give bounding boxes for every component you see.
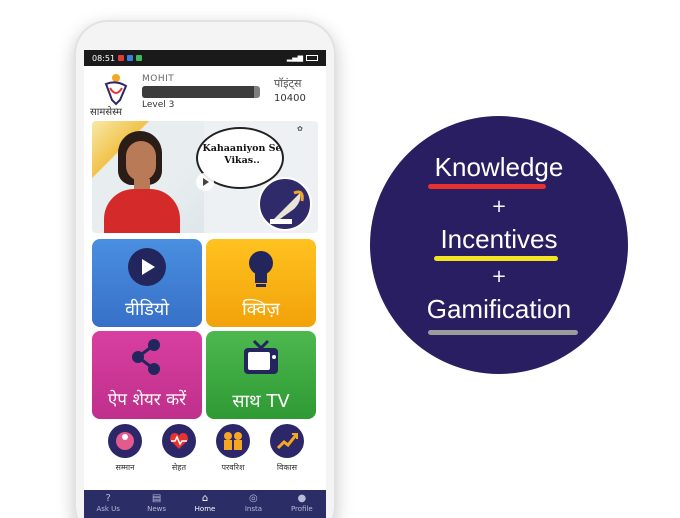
category-label: सेहत xyxy=(171,463,187,472)
nav-label: Insta xyxy=(244,505,263,513)
banner-logo-icon: ✿ xyxy=(297,125,303,133)
video-tile-label: वीडियो xyxy=(124,299,170,320)
level-progress-fill xyxy=(142,86,255,98)
nav-label: Profile xyxy=(290,505,313,513)
home-icon: ⌂ xyxy=(201,493,209,504)
respect-icon xyxy=(108,424,142,458)
message-icon xyxy=(136,55,143,61)
category-label: सम्मान xyxy=(115,463,135,472)
bottom-nav: ? Ask Us ▤ News ⌂ Home ◎ Insta ● Profile xyxy=(84,490,326,518)
nav-label: Ask Us xyxy=(96,505,120,513)
family-icon xyxy=(216,424,250,458)
app-screen: 08:51 ▂▄▆ सामसेस्म MOHIT Level 3 पॉइंट्स… xyxy=(84,50,326,518)
category-label: परवरिश xyxy=(221,463,245,472)
nav-profile[interactable]: ● Profile xyxy=(278,490,326,518)
category-item-parvarish[interactable]: परवरिश xyxy=(208,424,258,482)
nav-insta[interactable]: ◎ Insta xyxy=(229,490,277,518)
incentives-underline xyxy=(434,256,558,261)
instagram-icon: ◎ xyxy=(249,493,258,504)
app-logo-text: सामसेस्म xyxy=(90,107,122,118)
banner-photo xyxy=(92,121,204,233)
status-bar: 08:51 ▂▄▆ xyxy=(84,50,326,66)
nav-home[interactable]: ⌂ Home xyxy=(181,490,229,518)
nav-news[interactable]: ▤ News xyxy=(132,490,180,518)
gamification-underline xyxy=(428,330,578,335)
knowledge-underline xyxy=(428,184,546,189)
heart-icon xyxy=(162,424,196,458)
lightbulb-icon xyxy=(249,251,273,287)
battery-icon xyxy=(306,55,318,61)
badge-gamification: Gamification xyxy=(426,294,572,324)
bubble-text: Kahaaniyon Se Vikas.. xyxy=(202,143,282,166)
video-tile[interactable]: वीडियो xyxy=(92,239,202,327)
username: MOHIT xyxy=(142,74,175,84)
status-time: 08:51 xyxy=(92,53,116,63)
video-play-icon xyxy=(128,248,166,286)
signal-icon: ▂▄▆ xyxy=(286,54,303,62)
badge-plus-2: + xyxy=(491,266,507,287)
profile-icon: ● xyxy=(297,493,307,504)
nav-label: Home xyxy=(194,505,216,513)
points-value: 10400 xyxy=(274,93,306,104)
category-item-vikas[interactable]: विकास xyxy=(262,424,312,482)
news-icon: ▤ xyxy=(151,493,162,504)
badge-knowledge: Knowledge xyxy=(434,152,564,182)
story-banner[interactable]: Kahaaniyon Se Vikas.. ✿ xyxy=(92,121,318,233)
quiz-tile-label: क्विज़ xyxy=(242,299,280,320)
facebook-icon xyxy=(127,55,134,61)
category-item-samman[interactable]: सम्मान xyxy=(100,424,150,482)
person-body xyxy=(104,189,180,233)
share-icon xyxy=(132,339,160,375)
quill-pen-icon xyxy=(258,177,312,231)
tv-icon xyxy=(244,339,278,374)
play-icon[interactable] xyxy=(196,173,214,191)
growth-chart-icon xyxy=(270,424,304,458)
notification-icon xyxy=(118,55,125,61)
app-header: सामसेस्म MOHIT Level 3 पॉइंट्स 10400 xyxy=(84,66,326,120)
level-label: Level 3 xyxy=(142,100,175,110)
share-tile-label: ऐप शेयर करें xyxy=(107,390,187,410)
person-face xyxy=(126,141,156,181)
tv-tile-label: साथ TV xyxy=(232,391,290,412)
features-badge: Knowledge + Incentives + Gamification xyxy=(370,116,628,374)
category-row: सम्मान सेहत परवरिश विकास xyxy=(84,424,326,482)
share-tile[interactable]: ऐप शेयर करें xyxy=(92,331,202,419)
promo-canvas: 08:51 ▂▄▆ सामसेस्म MOHIT Level 3 पॉइंट्स… xyxy=(0,0,680,518)
question-icon: ? xyxy=(105,493,111,504)
nav-ask-us[interactable]: ? Ask Us xyxy=(84,490,132,518)
level-progress-bar xyxy=(142,86,260,98)
tv-tile[interactable]: साथ TV xyxy=(206,331,316,419)
badge-plus-1: + xyxy=(491,196,507,217)
nav-label: News xyxy=(147,505,167,513)
quiz-tile[interactable]: क्विज़ xyxy=(206,239,316,327)
points-label: पॉइंट्स xyxy=(274,77,302,90)
badge-incentives: Incentives xyxy=(440,224,558,254)
category-item-sehat[interactable]: सेहत xyxy=(154,424,204,482)
category-label: विकास xyxy=(276,463,298,472)
